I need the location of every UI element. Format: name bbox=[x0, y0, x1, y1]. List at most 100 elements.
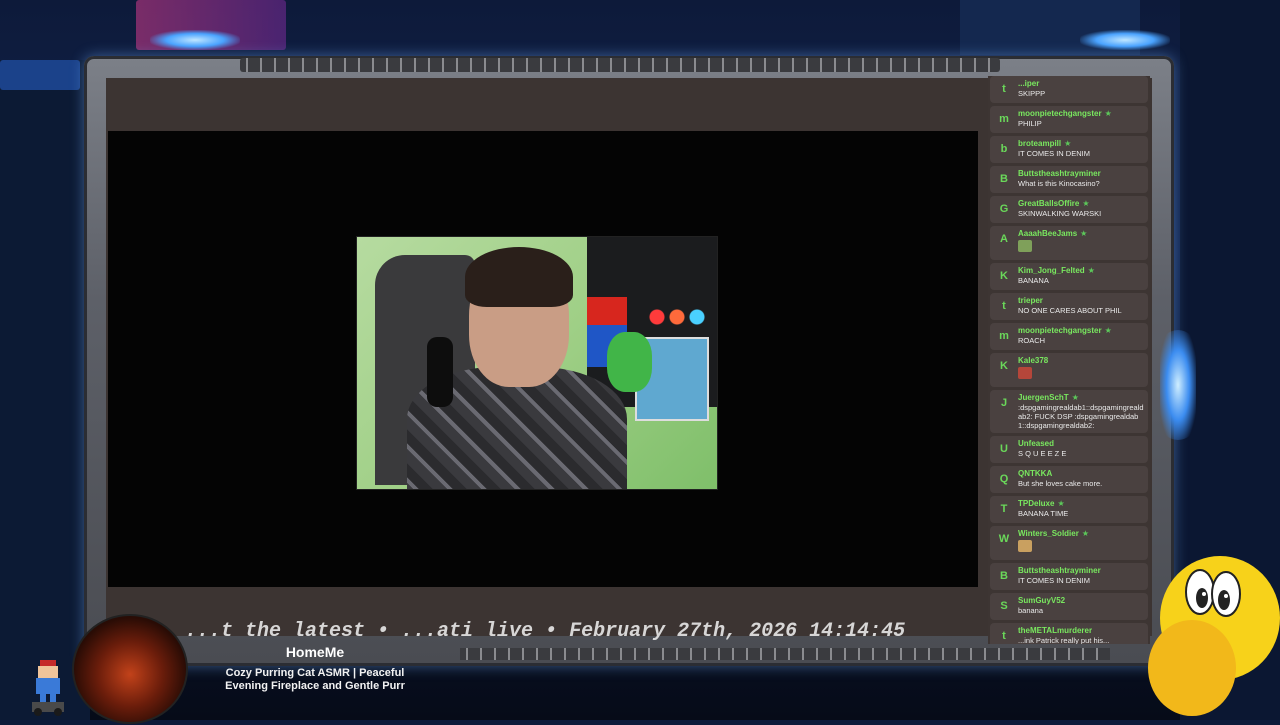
chat-message: S SumGuyV52 banana bbox=[990, 593, 1148, 620]
chat-text: PHILIP bbox=[1018, 119, 1042, 128]
chat-text: NO ONE CARES ABOUT PHIL bbox=[1018, 306, 1122, 315]
chat-username[interactable]: Kale378 bbox=[1018, 356, 1146, 366]
chat-text: IT COMES IN DENIM bbox=[1018, 576, 1090, 585]
subscriber-star-icon: ★ bbox=[1057, 499, 1065, 508]
webcam-microphone bbox=[427, 337, 453, 407]
chat-avatar[interactable]: t bbox=[997, 299, 1011, 313]
chat-avatar[interactable]: t bbox=[997, 629, 1011, 643]
chat-panel[interactable]: t ...iper SKIPPP m moonpietechgangster ★ PHILI… bbox=[988, 76, 1150, 644]
chat-text: ROACH bbox=[1018, 336, 1046, 345]
chat-username[interactable]: Winters_Soldier ★ bbox=[1018, 529, 1146, 539]
chat-text: What is this Kinocasino? bbox=[1018, 179, 1100, 188]
background-building-left bbox=[0, 60, 90, 720]
chat-username[interactable]: AaaahBeeJams ★ bbox=[1018, 229, 1146, 239]
bottom-ticker: ...t the latest • ...ati live • February… bbox=[185, 620, 906, 643]
chat-message: t trieper NO ONE CARES ABOUT PHIL bbox=[990, 293, 1148, 320]
chat-avatar[interactable]: U bbox=[997, 442, 1011, 456]
subscriber-star-icon: ★ bbox=[1071, 393, 1079, 402]
chat-message: U Unfeased S Q U E E Z E bbox=[990, 436, 1148, 463]
chat-avatar[interactable]: J bbox=[997, 396, 1011, 410]
chat-text: BANANA bbox=[1018, 276, 1049, 285]
chat-avatar[interactable]: K bbox=[997, 359, 1011, 373]
chat-username[interactable]: trieper bbox=[1018, 296, 1146, 306]
chat-message: Q QNTKKA But she loves cake more. bbox=[990, 466, 1148, 493]
subscriber-star-icon: ★ bbox=[1082, 199, 1090, 208]
chat-avatar[interactable]: W bbox=[997, 532, 1011, 546]
chat-username[interactable]: moonpietechgangster ★ bbox=[1018, 109, 1146, 119]
chat-message: K Kim_Jong_Felted ★ BANANA bbox=[990, 263, 1148, 290]
chat-avatar[interactable]: t bbox=[997, 82, 1011, 96]
chat-message: J JuergenSchT ★:dspgamingrealdab1::dspgami… bbox=[990, 390, 1148, 433]
webcam-streamer-hair bbox=[465, 247, 573, 307]
frame-side-light bbox=[1160, 330, 1196, 440]
chat-text: SKIPPP bbox=[1018, 89, 1046, 98]
frame-light-right bbox=[1080, 30, 1170, 50]
chat-username[interactable]: GreatBallsOffire ★ bbox=[1018, 199, 1146, 209]
chat-avatar[interactable]: B bbox=[997, 172, 1011, 186]
chat-text: S Q U E E Z E bbox=[1018, 449, 1067, 458]
subscriber-star-icon: ★ bbox=[1081, 529, 1090, 538]
chat-username[interactable]: ...iper bbox=[1018, 79, 1146, 89]
chat-message: T TPDeluxe ★ BANANA TIME bbox=[990, 496, 1148, 523]
chat-username[interactable]: Kim_Jong_Felted ★ bbox=[1018, 266, 1146, 276]
now-playing-title: HomeMe bbox=[285, 644, 345, 660]
subscriber-star-icon: ★ bbox=[1104, 326, 1112, 335]
chat-avatar[interactable]: m bbox=[997, 112, 1011, 126]
chat-text: SKINWALKING WARSKI bbox=[1018, 209, 1102, 218]
chat-text: :dspgamingrealdab1::dspgamingrealdab2: F… bbox=[1018, 403, 1144, 430]
chat-text: IT COMES IN DENIM bbox=[1018, 149, 1090, 158]
chat-avatar[interactable]: b bbox=[997, 142, 1011, 156]
chat-username[interactable]: theMETALmurderer bbox=[1018, 626, 1146, 636]
subscriber-star-icon: ★ bbox=[1087, 266, 1095, 275]
chat-username[interactable]: Buttstheashtrayminer bbox=[1018, 566, 1146, 576]
chat-avatar[interactable]: G bbox=[997, 202, 1011, 216]
webcam-feed bbox=[356, 236, 718, 490]
chat-avatar[interactable]: m bbox=[997, 329, 1011, 343]
subscriber-star-icon: ★ bbox=[1064, 139, 1072, 148]
chat-avatar[interactable]: S bbox=[997, 599, 1011, 613]
chat-text: BANANA TIME bbox=[1018, 509, 1069, 518]
chat-message: t theMETALmurderer ...ink Patrick really p… bbox=[990, 623, 1148, 644]
chat-username[interactable]: QNTKKA bbox=[1018, 469, 1146, 479]
chat-text: banana bbox=[1018, 606, 1044, 615]
chat-text: But she loves cake more. bbox=[1018, 479, 1103, 488]
emote-red-icon bbox=[1018, 367, 1032, 379]
chat-message: G GreatBallsOffire ★ SKINWALKING WARSKI bbox=[990, 196, 1148, 223]
chat-message: B Buttstheashtrayminer What is this Kinoca… bbox=[990, 166, 1148, 193]
emote-green-icon bbox=[1018, 240, 1032, 252]
emote-tan-icon bbox=[1018, 540, 1032, 552]
chat-avatar[interactable]: Q bbox=[997, 472, 1011, 486]
chat-username[interactable]: Buttstheashtrayminer bbox=[1018, 169, 1146, 179]
chat-message: A AaaahBeeJams ★ bbox=[990, 226, 1148, 260]
yellow-koopa-mascot-icon bbox=[1128, 548, 1280, 720]
chat-username[interactable]: broteampill ★ bbox=[1018, 139, 1146, 149]
chat-username[interactable]: Unfeased bbox=[1018, 439, 1146, 449]
chat-message: K Kale378 bbox=[990, 353, 1148, 387]
frame-top-strip bbox=[240, 58, 1000, 72]
subscriber-star-icon: ★ bbox=[1104, 109, 1112, 118]
chat-message: m moonpietechgangster ★ PHILIP bbox=[990, 106, 1148, 133]
now-playing-album-art bbox=[72, 614, 188, 724]
chat-username[interactable]: SumGuyV52 bbox=[1018, 596, 1146, 606]
background-neon-sign-left bbox=[0, 60, 80, 90]
chat-username[interactable]: JuergenSchT ★ bbox=[1018, 393, 1146, 403]
frame-light-left bbox=[150, 30, 240, 50]
chat-message: t ...iper SKIPPP bbox=[990, 76, 1148, 103]
chat-avatar[interactable]: T bbox=[997, 502, 1011, 516]
chat-message: W Winters_Soldier ★ bbox=[990, 526, 1148, 560]
chat-message: m moonpietechgangster ★ ROACH bbox=[990, 323, 1148, 350]
chat-text: ...ink Patrick really put his... bbox=[1018, 636, 1110, 644]
chat-avatar[interactable]: B bbox=[997, 569, 1011, 583]
chat-username[interactable]: moonpietechgangster ★ bbox=[1018, 326, 1146, 336]
pixel-mario-icon bbox=[28, 656, 68, 716]
chat-avatar[interactable]: K bbox=[997, 269, 1011, 283]
webcam-yoshi-figure bbox=[607, 332, 652, 392]
subscriber-star-icon: ★ bbox=[1080, 229, 1088, 238]
webcam-ghost-figures bbox=[649, 309, 709, 325]
chat-message: B Buttstheashtrayminer IT COMES IN DENIM bbox=[990, 563, 1148, 590]
chat-username[interactable]: TPDeluxe ★ bbox=[1018, 499, 1146, 509]
chat-message: b broteampill ★ IT COMES IN DENIM bbox=[990, 136, 1148, 163]
chat-avatar[interactable]: A bbox=[997, 232, 1011, 246]
now-playing-subtitle: Cozy Purring Cat ASMR | Peaceful Evening… bbox=[225, 667, 405, 692]
frame-bottom-strip bbox=[460, 648, 1110, 660]
